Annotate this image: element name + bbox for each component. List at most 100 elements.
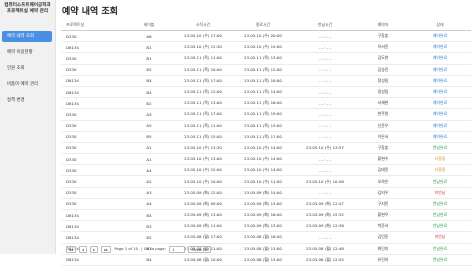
column-header: 예약자 bbox=[357, 19, 409, 31]
goto-page-input[interactable]: 1 bbox=[169, 245, 186, 253]
column-header: 상태 bbox=[409, 19, 471, 31]
table-cell: - - : - - bbox=[293, 231, 357, 244]
table-cell: - - : - - bbox=[293, 64, 357, 76]
table-row[interactable]: D330 A2 23.05.10 (수) 10:00 23.05.10 (수) 11:… bbox=[61, 175, 471, 188]
sidebar-item[interactable]: 예약 이용현황 bbox=[2, 47, 52, 58]
table-cell: D330 bbox=[61, 164, 125, 177]
table-row[interactable]: D330 B5 23.05.11 (목) 15:00 23.05.11 (목) 17:… bbox=[61, 131, 471, 143]
next-page-button[interactable]: ▸ bbox=[90, 245, 99, 253]
column-header: 테이블 bbox=[125, 19, 173, 31]
table-cell: D330 bbox=[61, 52, 125, 65]
table-cell: A6 bbox=[125, 30, 173, 43]
status-cell: 예약완료 bbox=[409, 52, 471, 65]
column-header: 반납시간 bbox=[293, 19, 357, 31]
table-cell: B5 bbox=[125, 131, 173, 143]
table-cell: 23.05.10 (수) 10:58 bbox=[293, 175, 357, 188]
status-cell: 반납완료 bbox=[409, 254, 471, 266]
sidebar-title-line2: 프로젝트실 예약 관리 bbox=[6, 9, 49, 14]
sidebar-item[interactable]: 인원 조회 bbox=[2, 63, 52, 74]
table-row[interactable]: D330 A1 23.05.10 (수) 13:00 23.05.10 (수) 14:… bbox=[61, 153, 471, 166]
status-cell: 예약완료 bbox=[409, 86, 471, 99]
table-cell: 김지우 bbox=[357, 187, 409, 199]
table-cell: B1 bbox=[125, 41, 173, 54]
table-cell: 23.05.11 (목) 13:00 bbox=[233, 52, 293, 65]
table-cell: A4 bbox=[125, 164, 173, 177]
table-cell: 23.05.11 (목) 12:00 bbox=[233, 64, 293, 76]
table-cell: 23.05.08 (월) 10:00 bbox=[173, 254, 233, 266]
table-row[interactable]: D330 B1 23.05.11 (목) 11:00 23.05.11 (목) 13:… bbox=[61, 52, 471, 65]
table-row[interactable]: D8134 B4 23.05.08 (월) 10:00 23.05.08 (월) 13… bbox=[61, 254, 471, 266]
table-row[interactable]: D8134 B3 23.05.09 (화) 11:00 23.05.09 (화) 13… bbox=[61, 220, 471, 233]
table-cell: 23.05.11 (목) 10:00 bbox=[173, 64, 233, 76]
table-cell: B4 bbox=[125, 209, 173, 222]
table-row[interactable]: D8134 B4 23.05.11 (목) 17:00 23.05.11 (목) 18… bbox=[61, 75, 471, 87]
table-row[interactable]: D330 A3 23.05.11 (목) 17:00 23.05.11 (목) 19:… bbox=[61, 108, 471, 121]
table-cell: 23.05.09 (화) 16:00 bbox=[233, 209, 293, 222]
table-cell: A5 bbox=[125, 120, 173, 132]
table-row[interactable]: D330 A6 23.05.10 (수) 17:00 23.05.10 (수) 20:… bbox=[61, 30, 471, 43]
table-cell: - - : - - bbox=[293, 153, 357, 166]
table-row[interactable]: D8134 B2 23.05.08 (월) 17:00 23.05.08 (월) 18… bbox=[61, 231, 471, 244]
table-cell: D330 bbox=[61, 131, 125, 143]
table-cell: - - : - - bbox=[293, 187, 357, 199]
last-page-button[interactable]: ▸▸ bbox=[101, 245, 112, 253]
table-cell: 정성림 bbox=[357, 75, 409, 87]
goto-label: | Go to page: bbox=[141, 246, 167, 251]
sidebar-item[interactable]: 예약 내역 조회 bbox=[2, 31, 52, 42]
table-cell: D330 bbox=[61, 30, 125, 43]
table-cell: 23.05.09 (화) 13:00 bbox=[173, 209, 233, 222]
table-row[interactable]: D330 A4 23.05.10 (수) 12:00 23.05.10 (수) 14:… bbox=[61, 164, 471, 177]
table-cell: D330 bbox=[61, 120, 125, 132]
table-cell: 이은서 bbox=[357, 131, 409, 143]
table-cell: - - : - - bbox=[293, 41, 357, 54]
table-cell: 유민지 bbox=[357, 254, 409, 266]
prev-page-button[interactable]: ◂ bbox=[79, 245, 87, 253]
table-cell: B4 bbox=[125, 75, 173, 87]
page-size-select[interactable]: Show 20 bbox=[188, 245, 211, 253]
column-header: 시작시간 bbox=[173, 19, 233, 31]
table-cell: 구동훈 bbox=[357, 142, 409, 155]
table-cell: A2 bbox=[125, 175, 173, 188]
sidebar-item[interactable]: 비품이 예약 관리 bbox=[2, 79, 52, 90]
table-cell: 23.05.11 (목) 14:00 bbox=[233, 86, 293, 99]
table-row[interactable]: D8134 B1 23.05.10 (수) 12:30 23.05.10 (수) 15… bbox=[61, 41, 471, 54]
table-cell: 23.05.08 (월) 13:00 bbox=[233, 254, 293, 266]
table-cell: 김태윤 bbox=[357, 164, 409, 177]
table-row[interactable]: D8134 B2 23.05.11 (목) 13:00 23.05.11 (목) 16… bbox=[61, 97, 471, 110]
table-row[interactable]: D330 A1 23.05.10 (수) 13:30 23.05.10 (수) 14:… bbox=[61, 142, 471, 155]
table-cell: 23.05.09 (화) 13:00 bbox=[233, 198, 293, 211]
table-cell: 서채현 bbox=[357, 97, 409, 110]
table-cell: 23.05.09 (화) 12:00 bbox=[173, 187, 233, 199]
table-cell: 구동훈 bbox=[357, 30, 409, 43]
sidebar-item[interactable]: 정책 변경 bbox=[2, 95, 52, 106]
page-title: 예약 내역 조회 bbox=[62, 7, 118, 17]
table-cell: 23.05.08 (월) 13:00 bbox=[233, 243, 293, 255]
table-cell: 정성림 bbox=[357, 86, 409, 99]
table-cell: 23.05.10 (수) 14:00 bbox=[233, 142, 293, 155]
column-header: 종료시간 bbox=[233, 19, 293, 31]
table-cell: 23.05.10 (수) 12:00 bbox=[173, 164, 233, 177]
table-row[interactable]: D330 A3 23.05.09 (화) 12:00 23.05.09 (화) 14:… bbox=[61, 187, 471, 199]
table-cell: 박준서 bbox=[357, 220, 409, 233]
table-row[interactable]: D330 A5 23.05.11 (목) 11:00 23.05.11 (목) 13:… bbox=[61, 120, 471, 132]
table-cell: 23.05.09 (화) 12:47 bbox=[293, 198, 357, 211]
table-row[interactable]: D8134 B4 23.05.09 (화) 13:00 23.05.09 (화) 16… bbox=[61, 209, 471, 222]
table-row[interactable]: D330 B2 23.05.11 (목) 10:00 23.05.11 (목) 12:… bbox=[61, 64, 471, 76]
table-cell: 23.05.08 (월) 17:00 bbox=[173, 231, 233, 244]
table-cell: 23.05.09 (화) 09:00 bbox=[173, 198, 233, 211]
table-row[interactable]: D330 A4 23.05.09 (화) 09:00 23.05.09 (화) 13:… bbox=[61, 198, 471, 211]
table-cell: D8134 bbox=[61, 209, 125, 222]
status-cell: 반납완료 bbox=[409, 198, 471, 211]
status-cell: 예약완료 bbox=[409, 75, 471, 87]
table-cell: 23.05.10 (수) 10:00 bbox=[173, 175, 233, 188]
table-cell: D8134 bbox=[61, 75, 125, 87]
table-cell: D330 bbox=[61, 153, 125, 166]
table-row[interactable]: D8134 B4 23.05.11 (목) 12:00 23.05.11 (목) 14… bbox=[61, 86, 471, 99]
table-cell: A3 bbox=[125, 108, 173, 121]
pagination: ◂◂ ◂ ▸ ▸▸ Page 1 of 10 | Go to page: 1 S… bbox=[66, 245, 213, 253]
table-cell: D8134 bbox=[61, 231, 125, 244]
table-cell: A1 bbox=[125, 142, 173, 155]
first-page-button[interactable]: ◂◂ bbox=[66, 245, 76, 253]
table-cell: B2 bbox=[125, 97, 173, 110]
status-cell: 미반납 bbox=[409, 231, 471, 244]
